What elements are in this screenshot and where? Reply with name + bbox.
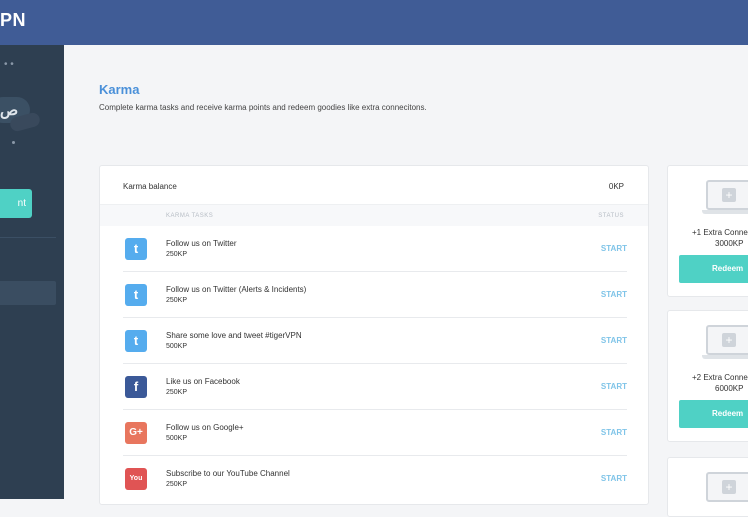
page-subtitle: Complete karma tasks and receive karma p… (99, 103, 427, 112)
main-content: Karma Complete karma tasks and receive k… (64, 45, 748, 517)
table-header: KARMA TASKS STATUS (100, 204, 648, 226)
youtube-icon: You (125, 468, 147, 490)
twitter-icon: t (125, 238, 147, 260)
plus-icon: + (722, 480, 736, 494)
task-row: You Subscribe to our YouTube Channel 250… (123, 456, 627, 502)
twitter-icon: t (125, 330, 147, 352)
reward-card: + (667, 457, 748, 517)
app-logo[interactable]: PN (0, 10, 26, 31)
laptop-icon: + (706, 325, 748, 355)
reward-name: +2 Extra Connec (692, 373, 748, 382)
reward-card: + +1 Extra Conne 3000KP Redeem (667, 165, 748, 297)
twitter-icon: t (125, 284, 147, 306)
page-title: Karma (99, 82, 140, 97)
task-start-button[interactable]: START (601, 382, 627, 391)
task-start-button[interactable]: START (601, 244, 627, 253)
laptop-base (702, 355, 748, 359)
task-points: 500KP (166, 435, 188, 442)
sidebar-status-dots: • • (4, 59, 14, 70)
top-bar: PN (0, 0, 748, 45)
redeem-button[interactable]: Redeem (679, 400, 748, 428)
task-row: t Follow us on Twitter 250KP START (123, 226, 627, 272)
google-plus-icon: G+ (125, 422, 147, 444)
task-start-button[interactable]: START (601, 290, 627, 299)
task-name: Subscribe to our YouTube Channel (166, 469, 290, 478)
task-row: t Follow us on Twitter (Alerts & Inciden… (123, 272, 627, 318)
column-header-tasks: KARMA TASKS (166, 213, 214, 219)
task-name: Follow us on Twitter (Alerts & Incidents… (166, 285, 307, 294)
task-points: 250KP (166, 481, 188, 488)
karma-balance-value: 0KP (608, 182, 624, 191)
task-start-button[interactable]: START (601, 428, 627, 437)
laptop-icon: + (706, 180, 748, 210)
avatar-mark: ص (0, 102, 19, 119)
task-points: 500KP (166, 343, 188, 350)
plus-icon: + (722, 333, 736, 347)
sidebar-dot (12, 141, 15, 144)
task-name: Like us on Facebook (166, 377, 240, 386)
facebook-icon: f (125, 376, 147, 398)
task-name: Follow us on Twitter (166, 239, 237, 248)
reward-cost: 6000KP (715, 384, 744, 393)
task-points: 250KP (166, 251, 188, 258)
sidebar-account-button[interactable]: nt (0, 189, 32, 218)
task-row: f Like us on Facebook 250KP START (123, 364, 627, 410)
reward-card: + +2 Extra Connec 6000KP Redeem (667, 310, 748, 442)
karma-tasks-card: Karma balance 0KP KARMA TASKS STATUS t F… (99, 165, 649, 505)
redeem-button[interactable]: Redeem (679, 255, 748, 283)
task-name: Share some love and tweet #tigerVPN (166, 331, 302, 340)
sidebar: • • ص nt (0, 45, 64, 499)
column-header-status: STATUS (598, 213, 624, 219)
sidebar-divider (0, 237, 56, 238)
sidebar-item-active[interactable] (0, 281, 56, 305)
task-start-button[interactable]: START (601, 336, 627, 345)
task-points: 250KP (166, 389, 188, 396)
task-row: t Share some love and tweet #tigerVPN 50… (123, 318, 627, 364)
task-points: 250KP (166, 297, 188, 304)
laptop-icon: + (706, 472, 748, 502)
karma-balance-label: Karma balance (123, 182, 177, 191)
reward-name: +1 Extra Conne (692, 228, 748, 237)
task-start-button[interactable]: START (601, 474, 627, 483)
task-row: G+ Follow us on Google+ 500KP START (123, 410, 627, 456)
task-name: Follow us on Google+ (166, 423, 244, 432)
laptop-base (702, 210, 748, 214)
reward-cost: 3000KP (715, 239, 744, 248)
plus-icon: + (722, 188, 736, 202)
